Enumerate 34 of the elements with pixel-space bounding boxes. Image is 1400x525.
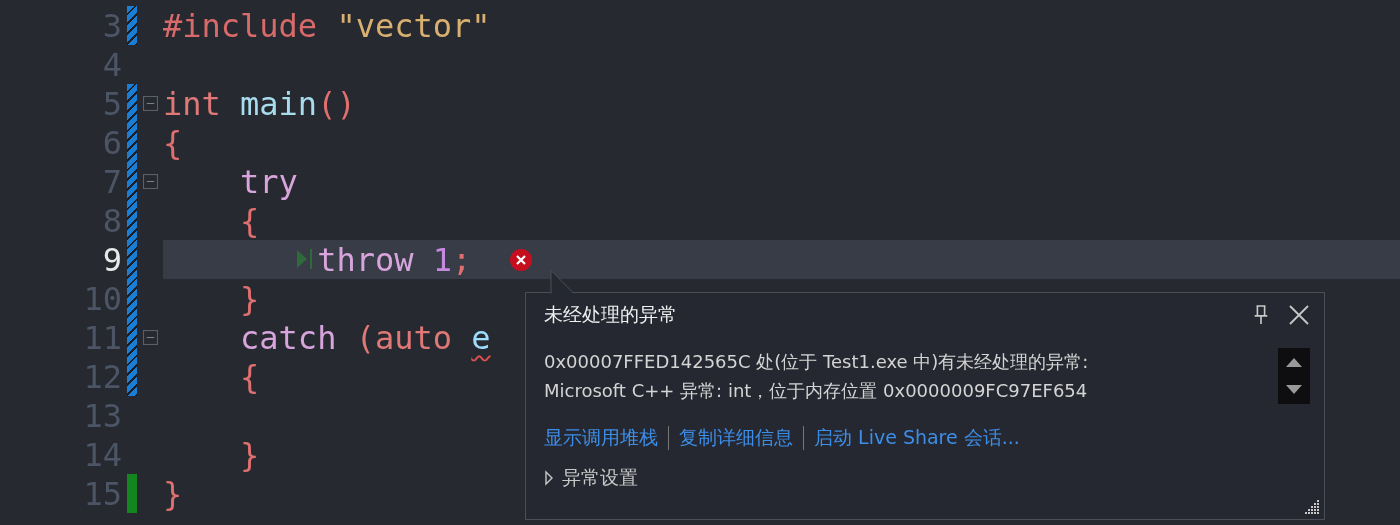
- code-token: throw: [317, 240, 414, 279]
- code-token: ;: [452, 240, 472, 279]
- code-token: }: [240, 279, 260, 318]
- step-arrow-icon: [295, 247, 315, 271]
- code-token: "vector": [336, 6, 491, 45]
- popup-title: 未经处理的异常: [544, 302, 678, 327]
- code-token: {: [240, 201, 260, 240]
- close-icon[interactable]: [1288, 304, 1310, 326]
- pin-icon[interactable]: [1252, 304, 1270, 326]
- exception-message: 0x00007FFED142565C 处(位于 Test1.exe 中)有未经处理的异常:: [544, 350, 1090, 374]
- code-token: }: [240, 435, 260, 474]
- code-token: (auto: [355, 318, 452, 357]
- code-token: int: [163, 84, 221, 123]
- code-token: #include: [163, 6, 318, 45]
- code-token: e: [471, 318, 491, 357]
- collapse-icon[interactable]: [143, 330, 158, 345]
- popup-link[interactable]: 显示调用堆栈: [544, 425, 658, 451]
- code-token: main: [240, 84, 318, 123]
- code-token: }: [163, 474, 183, 513]
- collapse-icon[interactable]: [143, 96, 158, 111]
- code-token: catch: [240, 318, 337, 357]
- line-number: 9: [101, 240, 122, 279]
- code-token: {: [163, 123, 183, 162]
- popup-link[interactable]: 复制详细信息: [679, 425, 793, 451]
- exception-settings-toggle[interactable]: 异常设置: [544, 465, 638, 491]
- resize-grip-icon[interactable]: [1304, 499, 1320, 515]
- popup-link[interactable]: 启动 Live Share 会话...: [814, 425, 1020, 451]
- code-token: try: [240, 162, 298, 201]
- collapse-icon[interactable]: [143, 174, 158, 189]
- code-token: {: [240, 357, 260, 396]
- exception-message: Microsoft C++ 异常: int，位于内存位置 0x0000009FC97EF654: [544, 379, 1089, 403]
- code-token: (): [317, 84, 356, 123]
- code-token: 1: [432, 240, 452, 279]
- expand-triangle-icon[interactable]: [544, 470, 554, 486]
